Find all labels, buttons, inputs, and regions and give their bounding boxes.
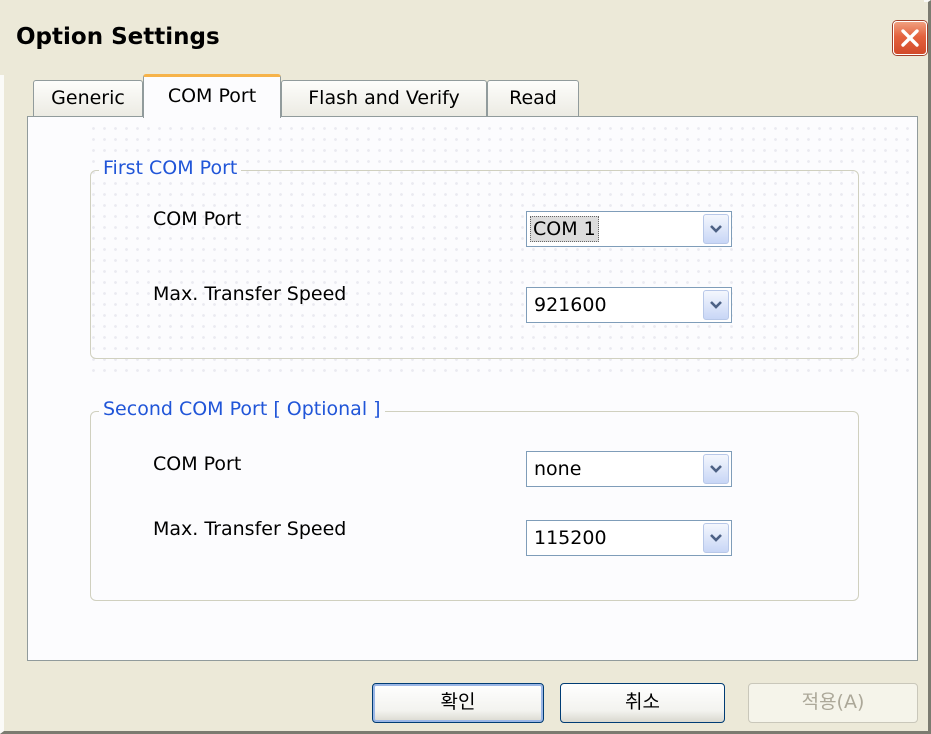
chevron-down-icon [710, 301, 722, 309]
second-com-port-value: none [534, 458, 582, 480]
first-com-port-label: COM Port [153, 208, 242, 230]
apply-button[interactable]: 적용(A) [748, 683, 918, 723]
first-com-port-dropdown-button[interactable] [703, 214, 729, 244]
tab-com-port[interactable]: COM Port [143, 74, 281, 118]
close-button[interactable] [893, 21, 927, 55]
first-speed-dropdown-button[interactable] [703, 290, 729, 320]
second-com-port-dropdown-button[interactable] [703, 454, 729, 484]
second-speed-dropdown-button[interactable] [703, 523, 729, 553]
first-com-port-value: COM 1 [530, 216, 599, 242]
second-speed-select[interactable]: 115200 [526, 520, 732, 556]
second-com-port-label: COM Port [153, 453, 242, 475]
second-speed-value: 115200 [534, 527, 607, 549]
cancel-button[interactable]: 취소 [560, 683, 725, 723]
tab-generic[interactable]: Generic [33, 80, 143, 116]
first-speed-value: 921600 [534, 294, 607, 316]
dialog-title: Option Settings [16, 24, 220, 50]
chevron-down-icon [710, 225, 722, 233]
first-com-port-group: First COM Port [90, 157, 859, 359]
second-com-port-legend: Second COM Port [ Optional ] [99, 398, 385, 420]
chevron-down-icon [710, 534, 722, 542]
first-speed-select[interactable]: 921600 [526, 287, 732, 323]
second-speed-label: Max. Transfer Speed [153, 518, 347, 540]
tab-flash-and-verify[interactable]: Flash and Verify [281, 80, 487, 116]
close-icon [901, 29, 919, 47]
second-com-port-group: Second COM Port [ Optional ] [90, 398, 859, 601]
first-com-port-legend: First COM Port [99, 157, 242, 179]
ok-button[interactable]: 확인 [372, 683, 544, 723]
chevron-down-icon [710, 465, 722, 473]
first-speed-label: Max. Transfer Speed [153, 283, 347, 305]
tab-read[interactable]: Read [487, 80, 579, 116]
first-com-port-select[interactable]: COM 1 [526, 211, 732, 247]
second-com-port-select[interactable]: none [526, 451, 732, 487]
title-bar[interactable]: Option Settings [0, 0, 927, 75]
